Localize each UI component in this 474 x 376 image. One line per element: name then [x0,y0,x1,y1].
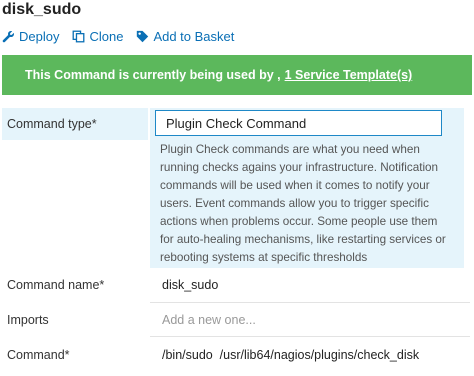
imports-label: Imports [7,313,49,327]
command-name-label: Command name* [7,278,105,292]
deploy-button[interactable]: Deploy [2,29,59,44]
action-bar: Deploy Clone Add to Basket [2,27,247,45]
command-label: Command* [7,348,70,362]
service-template-link[interactable]: 1 Service Template(s) [285,68,413,82]
command-type-label: Command type* [7,117,97,131]
divider [150,302,470,303]
page-title: disk_sudo [2,1,82,18]
command-input[interactable]: /bin/sudo /usr/lib64/nagios/plugins/chec… [162,348,419,362]
imports-input[interactable]: Add a new one... [162,313,256,327]
wrench-icon [2,30,14,42]
clone-button[interactable]: Clone [72,29,123,44]
add-to-basket-button[interactable]: Add to Basket [136,29,234,44]
add-to-basket-label: Add to Basket [153,28,235,44]
deploy-label: Deploy [19,28,60,44]
command-name-input[interactable]: disk_sudo [162,278,218,292]
command-type-select[interactable]: Plugin Check Command [155,110,442,136]
banner-text: This Command is currently being used by … [25,68,281,82]
copy-icon [73,30,85,42]
usage-banner: This Command is currently being used by … [2,55,472,95]
clone-label: Clone [89,28,124,44]
divider [150,336,470,337]
tag-icon [137,30,149,42]
command-type-help-text: Plugin Check commands are what you need … [160,143,446,264]
